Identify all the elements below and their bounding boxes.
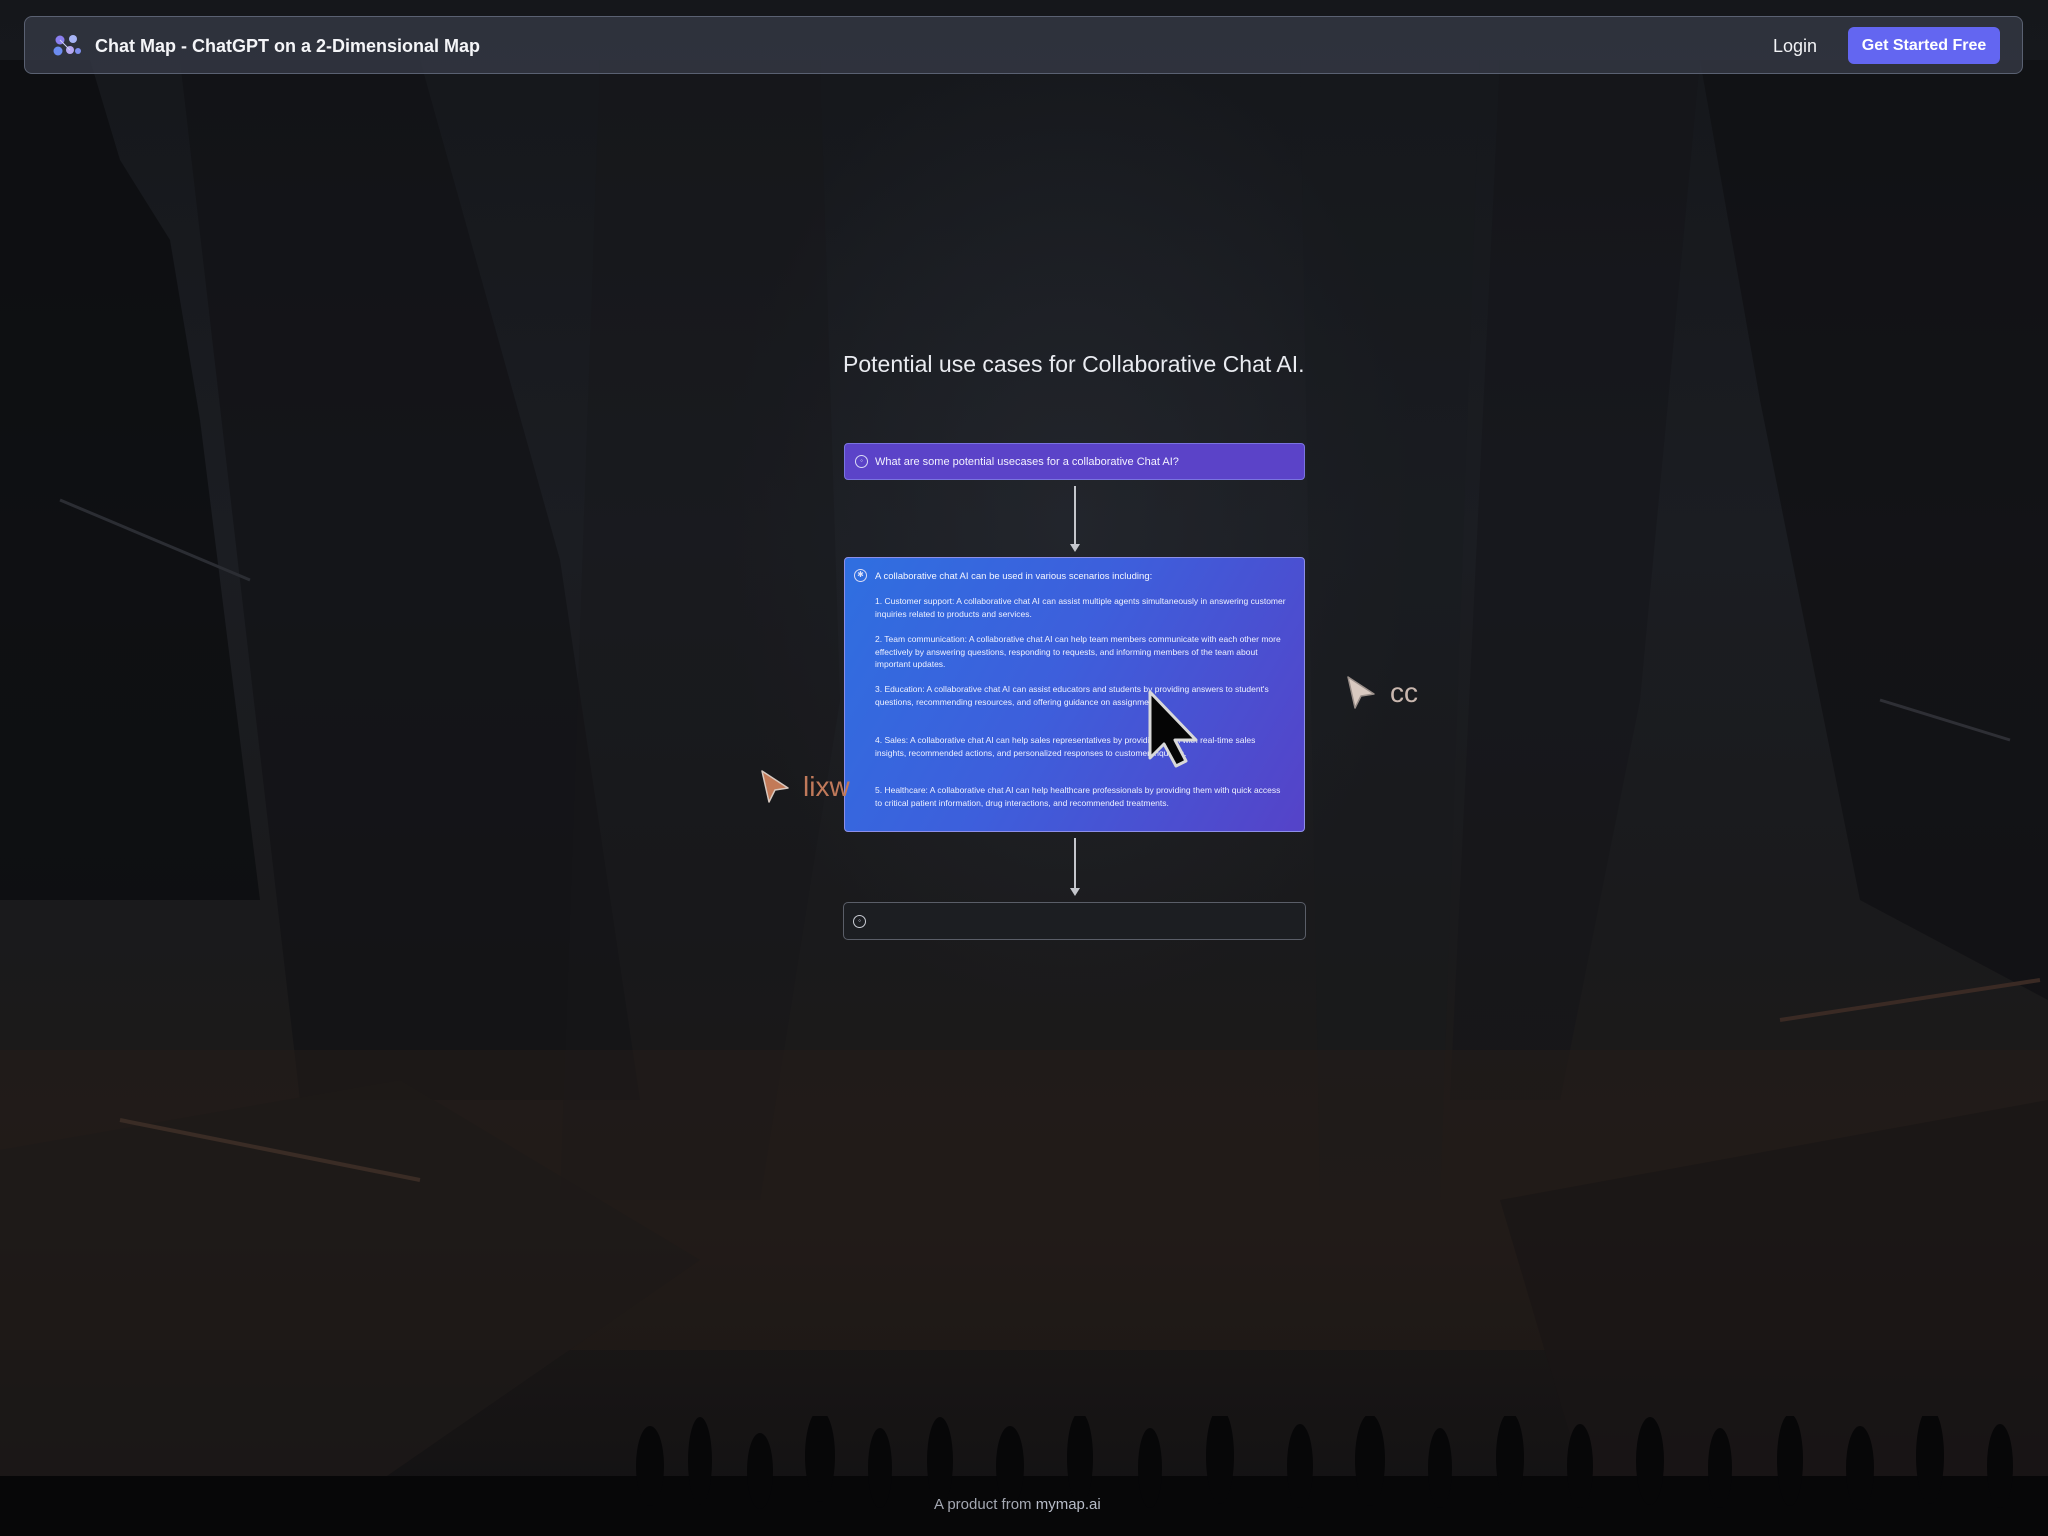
footer-link[interactable]: mymap.ai xyxy=(1036,1496,1101,1513)
answer-item: 3. Education: A collaborative chat AI ca… xyxy=(875,684,1269,707)
ai-gear-icon: ✱ xyxy=(854,569,867,582)
connector-arrow xyxy=(1070,838,1080,896)
get-started-button[interactable]: Get Started Free xyxy=(1848,27,2000,64)
collaborator-cursor-icon xyxy=(1347,676,1375,709)
login-link[interactable]: Login xyxy=(1773,36,1817,57)
answer-intro: A collaborative chat AI can be used in v… xyxy=(875,571,1153,582)
map-title: Potential use cases for Collaborative Ch… xyxy=(843,351,1305,377)
user-icon: ◦ xyxy=(855,455,868,468)
answer-item: 2. Team communication: A collaborative c… xyxy=(875,634,1281,669)
collaborator-cursor-label: lixw xyxy=(803,771,850,802)
footer-credit: A product from mymap.ai xyxy=(934,1496,1101,1513)
answer-item: 4. Sales: A collaborative chat AI can he… xyxy=(875,735,1256,758)
question-node[interactable]: ◦ What are some potential usecases for a… xyxy=(844,443,1305,480)
collaborator-cursor-label: cc xyxy=(1390,677,1418,708)
top-navbar: Chat Map - ChatGPT on a 2-Dimensional Ma… xyxy=(24,16,2023,74)
mouse-pointer-icon xyxy=(1148,690,1198,768)
connector-arrow xyxy=(1070,486,1080,552)
collaborator-cursor-icon xyxy=(761,770,789,803)
footer-prefix: A product from xyxy=(934,1496,1036,1513)
answer-node[interactable]: ✱ A collaborative chat AI can be used in… xyxy=(844,557,1305,832)
chat-map-logo-icon xyxy=(53,35,81,56)
prompt-input-node[interactable]: ◦ xyxy=(843,902,1306,940)
answer-item: 1. Customer support: A collaborative cha… xyxy=(875,596,1286,619)
question-text: What are some potential usecases for a c… xyxy=(875,456,1179,468)
answer-item: 5. Healthcare: A collaborative chat AI c… xyxy=(875,785,1281,808)
user-icon: ◦ xyxy=(853,915,866,928)
app-title[interactable]: Chat Map - ChatGPT on a 2-Dimensional Ma… xyxy=(95,36,480,57)
